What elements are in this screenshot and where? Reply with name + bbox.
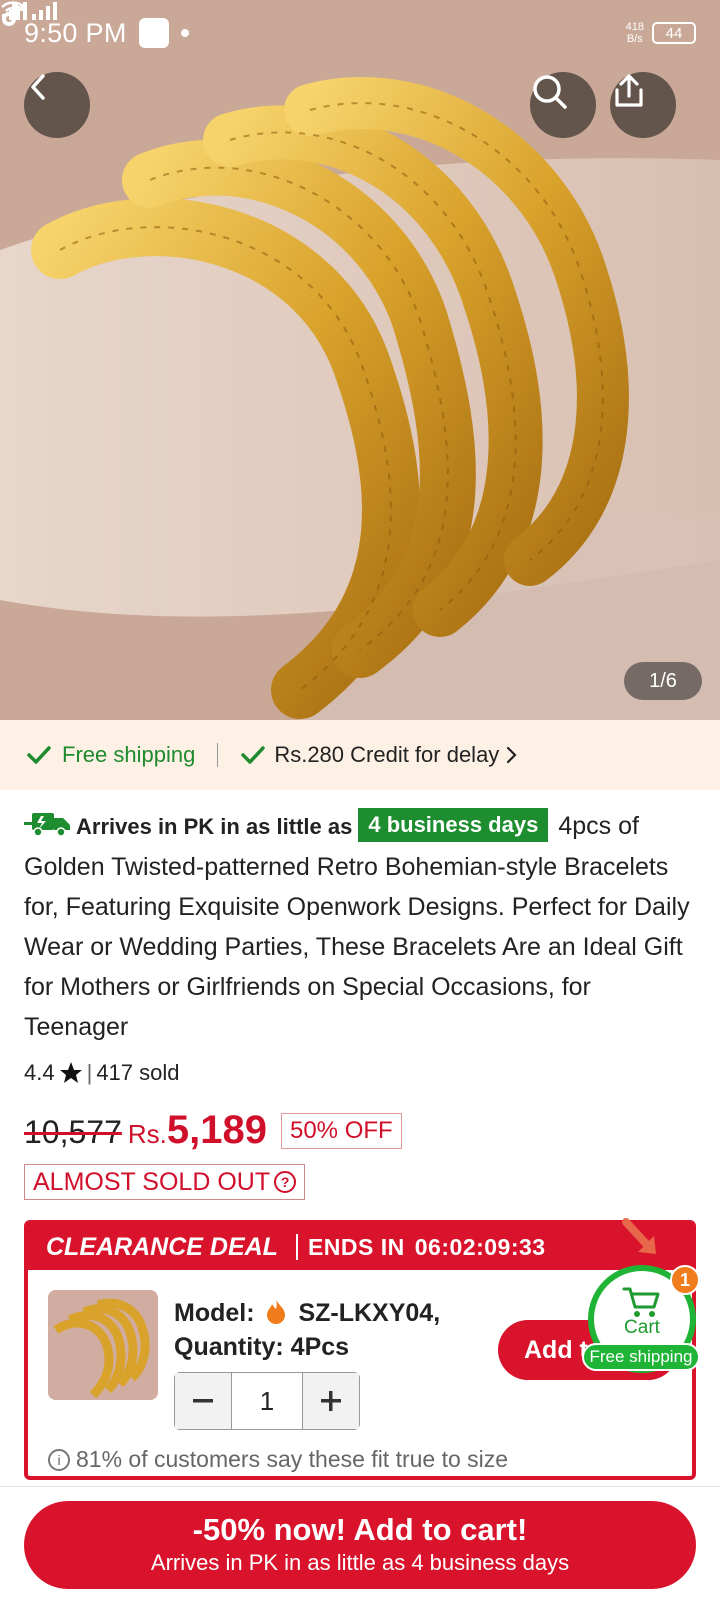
business-days-badge: 4 business days [358, 808, 549, 842]
search-icon [533, 75, 567, 109]
cart-label: Cart [624, 1317, 660, 1338]
currency-label: Rs. [127, 1119, 167, 1149]
rating-row[interactable]: 4.4 | 417 sold [24, 1060, 180, 1086]
info-icon: i [48, 1448, 70, 1471]
net-speed-value: 418 [625, 21, 644, 33]
cta-main-label: -50% now! Add to cart! [192, 1512, 528, 1547]
check-icon [241, 746, 266, 764]
bracelet-thumbnail-image [48, 1290, 158, 1400]
model-label: Model: [174, 1299, 255, 1327]
sold-count: 417 sold [96, 1060, 180, 1085]
rating-divider: | [86, 1060, 93, 1085]
status-time: 9:50 PM [24, 17, 127, 48]
search-button[interactable] [530, 72, 596, 138]
decrement-button[interactable] [175, 1373, 231, 1429]
arrival-text: Arrives in PK in as little as [76, 814, 353, 839]
help-icon: ? [274, 1171, 297, 1193]
cart-icon [622, 1287, 660, 1317]
stock-label: ALMOST SOLD OUT [33, 1167, 271, 1196]
countdown-timer: 06:02:09:33 [414, 1233, 546, 1260]
model-info: Model: SZ-LKXY04, Quantity: 4Pcs [174, 1296, 440, 1364]
delay-credit-label: Rs.280 Credit for delay [274, 742, 500, 767]
fit-note-text: 81% of customers say these fit true to s… [76, 1446, 509, 1472]
share-icon [615, 74, 643, 107]
bottom-add-to-cart-button[interactable]: -50% now! Add to cart! Arrives in PK in … [24, 1501, 696, 1589]
net-speed-unit: B/s [626, 33, 643, 45]
net-speed: 418 B/s [626, 21, 644, 45]
chevron-left-icon [31, 74, 45, 100]
battery-icon: 44 [652, 22, 696, 44]
almost-sold-out-badge[interactable]: ALMOST SOLD OUT ? [24, 1164, 306, 1200]
product-image-gallery[interactable]: 9:50 PM 418 B/s 44 1/6 [0, 0, 720, 720]
fit-note: i 81% of customers say these fit true to… [48, 1446, 508, 1473]
clearance-header: CLEARANCE DEAL ENDS IN 06:02:09:33 [28, 1224, 692, 1270]
chevron-right-icon [507, 746, 517, 764]
share-button[interactable] [610, 72, 676, 138]
clearance-title: CLEARANCE DEAL [46, 1232, 278, 1261]
sale-price: 5,189 [166, 1108, 267, 1152]
battery-level: 44 [665, 24, 683, 42]
delivery-truck-icon [24, 813, 70, 837]
status-bar: 9:50 PM 418 B/s 44 [0, 0, 720, 66]
product-title: Arrives in PK in as little as 4 business … [24, 806, 696, 1047]
bottom-bar: -50% now! Add to cart! Arrives in PK in … [0, 1486, 720, 1612]
check-icon [27, 746, 51, 764]
price-row: 10,577 Rs. 5,189 50% OFF [24, 1108, 402, 1153]
variant-thumbnail[interactable] [48, 1290, 158, 1400]
cart-free-shipping-tag: Free shipping [582, 1343, 700, 1371]
flame-icon [266, 1299, 285, 1324]
plus-icon [321, 1391, 341, 1411]
divider [295, 1234, 298, 1260]
arrow-down-icon [622, 1218, 656, 1254]
model-value: SZ-LKXY04, [298, 1299, 441, 1327]
cart-count-badge: 1 [670, 1265, 700, 1295]
star-icon [59, 1062, 82, 1083]
rating-value: 4.4 [24, 1060, 55, 1085]
discount-badge: 50% OFF [280, 1112, 402, 1149]
quantity-stepper: 1 [174, 1372, 360, 1430]
image-counter: 1/6 [624, 662, 702, 700]
notification-icon [138, 18, 169, 48]
back-button[interactable] [24, 72, 90, 138]
dot-icon [180, 29, 189, 37]
divider [217, 743, 219, 767]
shipping-strip[interactable]: Free shipping Rs.280 Credit for delay [0, 720, 720, 790]
minus-icon [193, 1399, 213, 1403]
increment-button[interactable] [303, 1373, 359, 1429]
quantity-line: Quantity: 4Pcs [174, 1333, 350, 1361]
free-shipping-label: Free shipping [62, 742, 196, 767]
cta-sub-label: Arrives in PK in as little as 4 business… [150, 1550, 570, 1575]
product-title-text: 4pcs of Golden Twisted-patterned Retro B… [24, 812, 690, 1041]
ends-in-label: ENDS IN [307, 1233, 405, 1260]
original-price: 10,577 [24, 1114, 122, 1150]
quantity-input[interactable]: 1 [231, 1373, 303, 1429]
signal-icon [2, 2, 57, 20]
